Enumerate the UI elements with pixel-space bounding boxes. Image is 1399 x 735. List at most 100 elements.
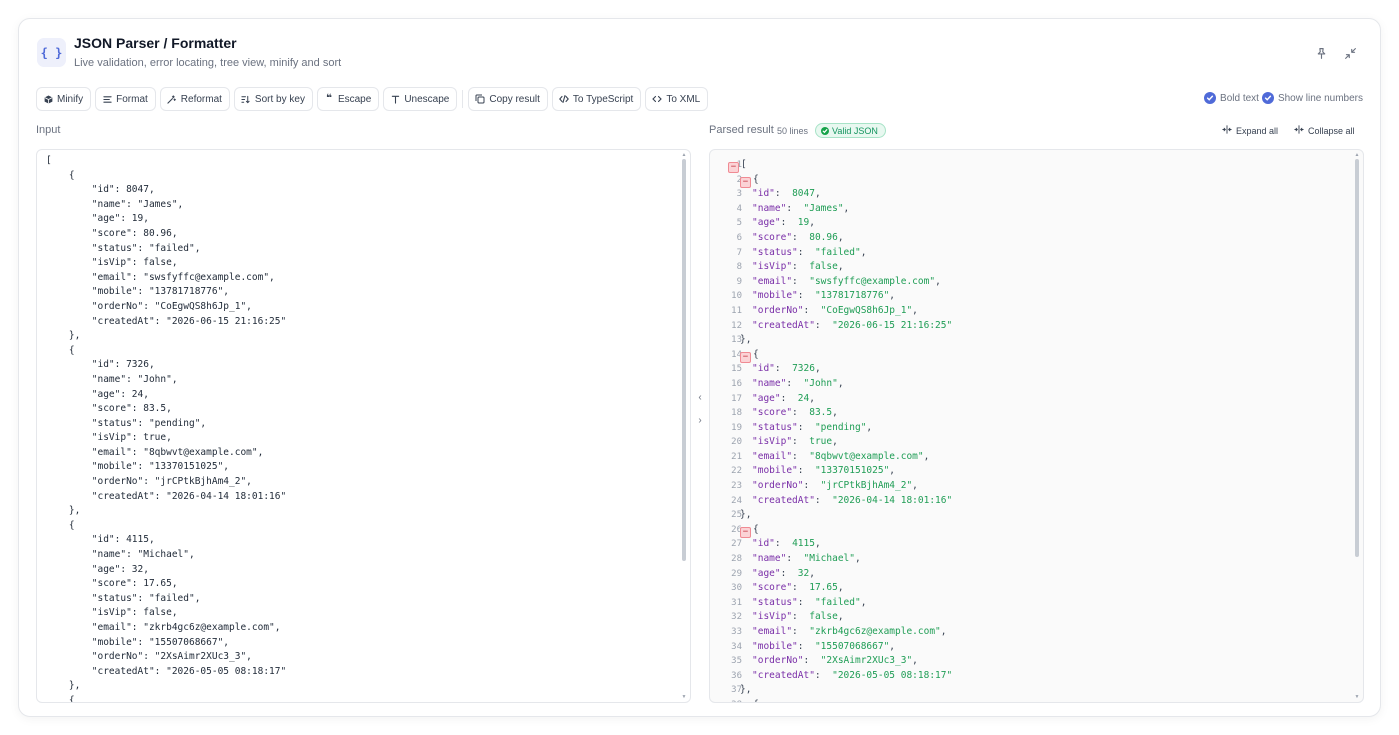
colon: : [792, 450, 810, 462]
comma: , [837, 377, 844, 389]
json-key: "mobile" [752, 290, 798, 302]
line-number: 31 [731, 597, 742, 608]
chevron-left-icon[interactable]: ‹ [698, 392, 701, 403]
tree-row: 13}, [710, 333, 1347, 348]
collapse-toggle[interactable]: − [740, 701, 751, 702]
comma: , [889, 290, 896, 302]
json-value: "John" [803, 377, 838, 389]
sort-by-key-button[interactable]: Sort by key [233, 87, 313, 111]
code-icon [652, 94, 663, 104]
tree-row-content: "orderNo": "jrCPtkBjhAm4_2", [752, 479, 918, 494]
to-xml-button[interactable]: To XML [645, 87, 709, 111]
tree-row: 20 "isVip": true, [710, 435, 1347, 450]
comma: , [814, 363, 821, 375]
copy-result-label: Copy result [489, 93, 540, 105]
colon: : [797, 246, 815, 258]
escape-label: Escape [337, 93, 372, 105]
code-line: "mobile": "13370151025", [46, 461, 230, 473]
escape-button[interactable]: ❝ Escape [316, 87, 380, 111]
comma: , [860, 596, 867, 608]
bracket-close: }, [740, 684, 752, 696]
collapse-toggle[interactable]: − [740, 526, 751, 538]
colon: : [774, 538, 793, 550]
json-input-editor[interactable]: [ { "id": 8047, "name": "James", "age": … [36, 149, 691, 703]
json-value: 4115 [792, 538, 815, 550]
json-key: "createdAt" [752, 669, 815, 681]
checkbox-checked-icon [1261, 92, 1274, 104]
scroll-up-arrow-icon[interactable]: ▲ [1354, 153, 1360, 158]
line-number: 24 [731, 495, 742, 506]
tree-row-content: "score": 17.65, [752, 581, 844, 596]
bracket-close: }, [740, 334, 752, 346]
input-code[interactable]: [ { "id": 8047, "name": "James", "age": … [46, 154, 674, 702]
minimize-icon[interactable] [1342, 45, 1358, 61]
expand-all-button[interactable]: Expand all [1222, 125, 1278, 136]
comma: , [814, 188, 821, 200]
parsed-result-tree: 1−[2−{3"id": 8047,4"name": "James",5"age… [709, 149, 1364, 703]
minify-button[interactable]: Minify [36, 87, 92, 111]
chevron-right-icon[interactable]: › [698, 415, 701, 426]
scroll-thumb[interactable] [1355, 159, 1359, 557]
tree-row-content: "orderNo": "2XsAimr2XUc3_3", [752, 654, 918, 669]
unescape-button[interactable]: Unescape [383, 87, 458, 111]
colon: : [792, 275, 810, 287]
copy-result-button[interactable]: Copy result [468, 87, 548, 111]
collapse-toggle[interactable]: − [740, 176, 751, 188]
json-key: "status" [752, 596, 798, 608]
tree-row: 11 "orderNo": "CoEgwQS8h6Jp_1", [710, 304, 1347, 319]
reformat-label: Reformat [180, 93, 222, 105]
json-key: "mobile" [752, 640, 798, 652]
bold-text-toggle[interactable]: Bold text [1204, 92, 1259, 104]
colon: : [780, 567, 798, 579]
cube-icon [43, 94, 53, 104]
code-icon [558, 94, 569, 104]
tree-row: 35 "orderNo": "2XsAimr2XUc3_3", [710, 654, 1347, 669]
colon: : [780, 392, 798, 404]
line-number: 14 [731, 349, 742, 360]
reformat-button[interactable]: Reformat [159, 87, 230, 111]
tree-row: 21 "email": "8qbwvt@example.com", [710, 450, 1347, 465]
json-value: "2XsAimr2XUc3_3" [820, 655, 913, 667]
json-value: true [809, 436, 833, 448]
collapse-toggle[interactable]: − [728, 162, 739, 173]
line-number: 38 [710, 698, 742, 702]
code-line: "score": 17.65, [46, 578, 178, 590]
tree-row: 30 "score": 17.65, [710, 581, 1347, 596]
json-value: 19 [797, 217, 810, 229]
code-line: { [46, 169, 75, 181]
json-key: "name" [752, 377, 787, 389]
scroll-down-arrow-icon[interactable]: ▼ [681, 695, 687, 700]
input-scrollbar[interactable]: ▲ ▼ [681, 153, 687, 700]
pane-splitter[interactable]: ‹ › [694, 392, 706, 426]
scroll-thumb[interactable] [682, 159, 686, 561]
scroll-up-arrow-icon[interactable]: ▲ [681, 153, 687, 158]
tree-row: 25}, [710, 508, 1347, 523]
tree-row-content: "score": 80.96, [752, 231, 844, 246]
comma: , [912, 655, 918, 667]
tree-scrollbar[interactable]: ▲ ▼ [1354, 153, 1360, 700]
align-icon [102, 94, 112, 104]
line-number: 27 [731, 539, 742, 550]
sort-by-key-label: Sort by key [254, 93, 305, 105]
json-key: "mobile" [752, 465, 798, 477]
json-value: "2026-05-05 08:18:17" [832, 669, 953, 681]
code-line: "age": 32, [46, 563, 149, 575]
tree-row: 2−{ [710, 173, 1347, 188]
colon: : [814, 669, 833, 681]
code-line: "orderNo": "jrCPtkBjhAm4_2", [46, 476, 252, 488]
collapse-all-button[interactable]: Collapse all [1294, 125, 1355, 136]
to-typescript-button[interactable]: To TypeScript [551, 87, 642, 111]
json-value: "swsfyffc@example.com" [809, 275, 936, 287]
collapse-toggle[interactable]: − [740, 351, 751, 363]
line-number: 35 [731, 656, 742, 667]
line-number: 4 [736, 203, 742, 214]
toolbar: Minify Format Reformat Sort by key ❝ Esc… [36, 87, 709, 111]
pin-icon[interactable] [1313, 45, 1329, 61]
code-line: "mobile": "15507068667", [46, 636, 230, 648]
code-line: }, [46, 330, 81, 342]
format-button[interactable]: Format [95, 87, 156, 111]
tree-row-content: }, [740, 508, 751, 523]
scroll-down-arrow-icon[interactable]: ▼ [1354, 695, 1360, 700]
show-line-numbers-toggle[interactable]: Show line numbers [1261, 92, 1363, 104]
tree-row-content: "status": "pending", [752, 421, 872, 436]
